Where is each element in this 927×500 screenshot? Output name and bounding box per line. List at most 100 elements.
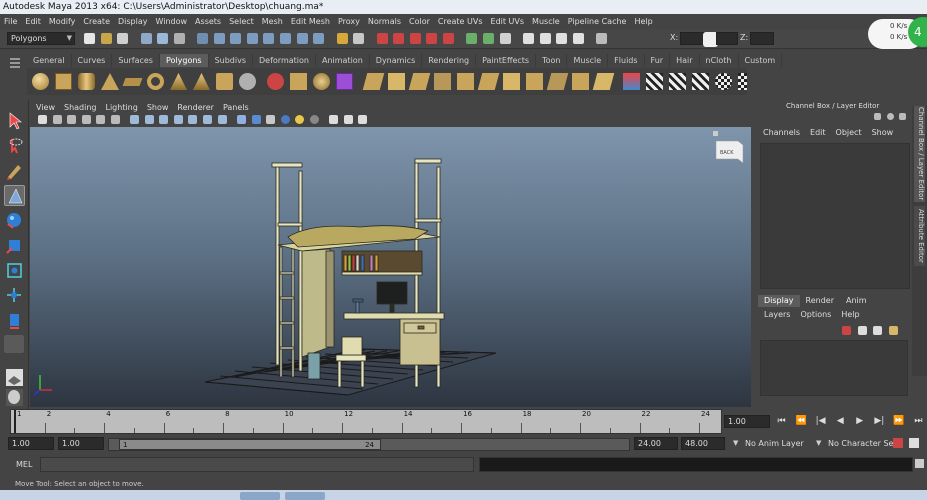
shelf-tab-fur[interactable]: Fur: [645, 54, 671, 67]
layer-up-icon[interactable]: [873, 326, 883, 335]
open-scene-icon[interactable]: [100, 33, 112, 44]
mask-handles-icon[interactable]: [197, 33, 209, 44]
go-to-end-button[interactable]: ⏭: [912, 415, 925, 428]
poly-pyramid-icon[interactable]: [193, 73, 210, 90]
taskbar-item[interactable]: [285, 492, 325, 500]
taskbar-item[interactable]: [240, 492, 280, 500]
offset-edge-loop-icon[interactable]: [477, 73, 500, 90]
soft-modification-icon[interactable]: [4, 285, 25, 306]
grease-pencil-icon[interactable]: [110, 115, 120, 124]
cb-menu-channels[interactable]: Channels: [763, 128, 800, 140]
scale-tool-icon[interactable]: [4, 235, 25, 256]
single-perspective-layout-icon[interactable]: [4, 367, 25, 388]
layer-menu-help[interactable]: Help: [841, 310, 859, 322]
bridge-icon[interactable]: [388, 73, 405, 90]
anim-layer-label[interactable]: No Anim Layer: [745, 439, 804, 448]
current-frame-field[interactable]: 1.00: [724, 415, 770, 428]
extrude-icon[interactable]: [362, 73, 385, 90]
render-frame-icon[interactable]: [539, 33, 551, 44]
animation-end-field[interactable]: 48.00: [681, 437, 725, 450]
cb-menu-edit[interactable]: Edit: [810, 128, 826, 140]
snap-point-icon[interactable]: [409, 33, 421, 44]
current-time-marker[interactable]: [14, 410, 16, 433]
transform-mode-icon[interactable]: [596, 33, 608, 44]
step-forward-frame-button[interactable]: ▶|: [873, 415, 886, 428]
menu-proxy[interactable]: Proxy: [338, 17, 360, 26]
menu-file[interactable]: File: [4, 17, 17, 26]
vp-menu-renderer[interactable]: Renderer: [177, 103, 214, 112]
new-layer-selected-icon[interactable]: [857, 326, 867, 335]
auto-key-icon[interactable]: [893, 438, 903, 448]
poly-pipe-icon[interactable]: [216, 73, 233, 90]
mel-input[interactable]: [40, 457, 474, 472]
platonic-solid-icon[interactable]: [336, 73, 353, 90]
layer-menu-layers[interactable]: Layers: [764, 310, 790, 322]
z-field[interactable]: [750, 32, 774, 45]
select-tool-icon[interactable]: [4, 110, 25, 131]
cylindrical-mapping-icon[interactable]: [646, 73, 663, 90]
menuset-dropdown[interactable]: Polygons ▼: [7, 32, 75, 45]
tool-settings-toggle-icon[interactable]: [899, 113, 907, 120]
output-ops-icon[interactable]: [483, 33, 495, 44]
combine-icon[interactable]: [267, 73, 284, 90]
shelf-tab-surfaces[interactable]: Surfaces: [112, 54, 160, 67]
animation-preferences-icon[interactable]: [909, 438, 919, 448]
mask-dynamics-icon[interactable]: [280, 33, 292, 44]
ipr-render-icon[interactable]: [556, 33, 568, 44]
snap-view-plane-icon[interactable]: [426, 33, 438, 44]
select-camera-icon[interactable]: [38, 115, 47, 124]
collapse-icon[interactable]: [546, 73, 569, 90]
menu-edit[interactable]: Edit: [25, 17, 41, 26]
shelf-options-icon[interactable]: [10, 54, 22, 96]
move-tool-icon[interactable]: [4, 185, 25, 206]
tab-channel-box[interactable]: Channel Box / Layer Editor: [914, 106, 925, 202]
poly-sphere-icon[interactable]: [32, 73, 49, 90]
go-to-start-button[interactable]: ⏮: [775, 415, 788, 428]
resolution-gate-icon[interactable]: [159, 115, 169, 124]
character-set-label[interactable]: No Character Set: [828, 439, 897, 448]
menu-help[interactable]: Help: [634, 17, 652, 26]
lock-selection-icon[interactable]: [336, 33, 348, 44]
poke-icon[interactable]: [572, 73, 589, 90]
separate-icon[interactable]: [290, 73, 307, 90]
step-back-key-button[interactable]: ⏪: [795, 415, 808, 428]
shelf-tab-toon[interactable]: Toon: [536, 54, 568, 67]
rotate-tool-icon[interactable]: [4, 210, 25, 231]
menu-create[interactable]: Create: [83, 17, 110, 26]
last-used-tool-icon[interactable]: [4, 335, 24, 353]
save-scene-icon[interactable]: [117, 33, 129, 44]
step-forward-key-button[interactable]: ⏩: [892, 415, 905, 428]
cb-menu-show[interactable]: Show: [872, 128, 894, 140]
chevron-down-icon[interactable]: ▼: [816, 439, 821, 447]
select-object-icon[interactable]: [157, 33, 169, 44]
automatic-mapping-icon[interactable]: [692, 73, 709, 90]
grid-toggle-icon[interactable]: [130, 115, 140, 124]
menu-create-uvs[interactable]: Create UVs: [438, 17, 483, 26]
new-scene-icon[interactable]: [84, 33, 95, 44]
spherical-mapping-icon[interactable]: [669, 73, 686, 90]
menu-color[interactable]: Color: [409, 17, 430, 26]
shelf-tab-painteffects[interactable]: PaintEffects: [476, 54, 537, 67]
layer-tab-display[interactable]: Display: [758, 295, 800, 307]
menu-edit-mesh[interactable]: Edit Mesh: [291, 17, 330, 26]
poly-cone-icon[interactable]: [101, 73, 119, 90]
attribute-editor-toggle-icon[interactable]: [886, 113, 894, 120]
cb-menu-object[interactable]: Object: [836, 128, 862, 140]
insert-edge-loop-icon[interactable]: [457, 73, 474, 90]
uv-texture-editor-icon[interactable]: [715, 73, 732, 90]
select-component-icon[interactable]: [173, 33, 185, 44]
make-live-icon[interactable]: [442, 33, 454, 44]
layer-list[interactable]: [760, 340, 908, 396]
shelf-tab-fluids[interactable]: Fluids: [608, 54, 645, 67]
xray-joints-icon[interactable]: [358, 115, 368, 124]
shelf-tab-hair[interactable]: Hair: [670, 54, 700, 67]
shelf-tab-dynamics[interactable]: Dynamics: [370, 54, 423, 67]
shadows-icon[interactable]: [309, 115, 319, 124]
mask-curves-icon[interactable]: [230, 33, 242, 44]
merge-icon[interactable]: [526, 73, 543, 90]
vp-menu-shading[interactable]: Shading: [64, 103, 97, 112]
new-layer-icon[interactable]: [842, 326, 851, 335]
menu-mesh[interactable]: Mesh: [262, 17, 283, 26]
menu-modify[interactable]: Modify: [49, 17, 76, 26]
mask-deformations-icon[interactable]: [263, 33, 275, 44]
